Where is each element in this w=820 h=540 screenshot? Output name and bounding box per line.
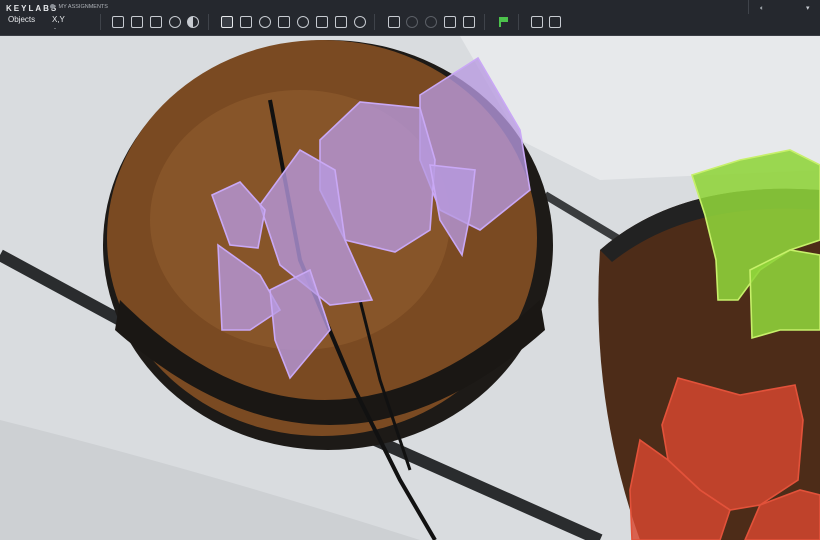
polygon-tool-icon[interactable] — [259, 16, 271, 28]
flag-icon[interactable] — [497, 16, 509, 28]
comment-icon[interactable] — [131, 16, 143, 28]
contrast-icon[interactable] — [187, 16, 199, 28]
toolbar-divider — [100, 14, 101, 30]
magic-tool-icon[interactable] — [316, 16, 328, 28]
toolbar-divider — [374, 14, 375, 30]
redo-icon[interactable] — [425, 16, 437, 28]
pattern-icon[interactable] — [297, 16, 309, 28]
menu-caret-icon[interactable]: ▾ — [806, 4, 810, 12]
square-tool-icon[interactable] — [335, 16, 347, 28]
layers-icon[interactable] — [221, 16, 233, 28]
my-assignments-link[interactable]: MY ASSIGNMENTS — [50, 4, 108, 10]
assignments-icon — [50, 4, 55, 10]
share-icon[interactable] — [549, 16, 561, 28]
fit-view-icon[interactable] — [240, 16, 252, 28]
list-icon[interactable] — [150, 16, 162, 28]
toolbar-divider — [518, 14, 519, 30]
my-assignments-label: MY ASSIGNMENTS — [58, 4, 108, 10]
toolbar-divider — [484, 14, 485, 30]
tab-xy[interactable]: X,Y — [52, 15, 65, 24]
top-toolbar: KEYLABS MY ASSIGNMENTS Objects X,Y - 🔈︎ … — [0, 0, 820, 36]
ruler-icon[interactable] — [463, 16, 475, 28]
new-object-icon[interactable] — [112, 16, 124, 28]
lock-icon[interactable] — [169, 16, 181, 28]
pin-icon[interactable] — [444, 16, 456, 28]
segment-icon[interactable] — [278, 16, 290, 28]
toolbar-divider — [748, 0, 749, 14]
xy-value: - — [54, 26, 56, 32]
export-icon[interactable] — [531, 16, 543, 28]
speaker-icon[interactable]: 🔈︎ — [760, 5, 764, 13]
undo-icon[interactable] — [406, 16, 418, 28]
select-box-icon[interactable] — [388, 16, 400, 28]
timer-icon[interactable] — [354, 16, 366, 28]
annotation-canvas[interactable] — [0, 36, 820, 540]
tab-objects[interactable]: Objects — [8, 15, 35, 24]
toolbar-divider — [208, 14, 209, 30]
